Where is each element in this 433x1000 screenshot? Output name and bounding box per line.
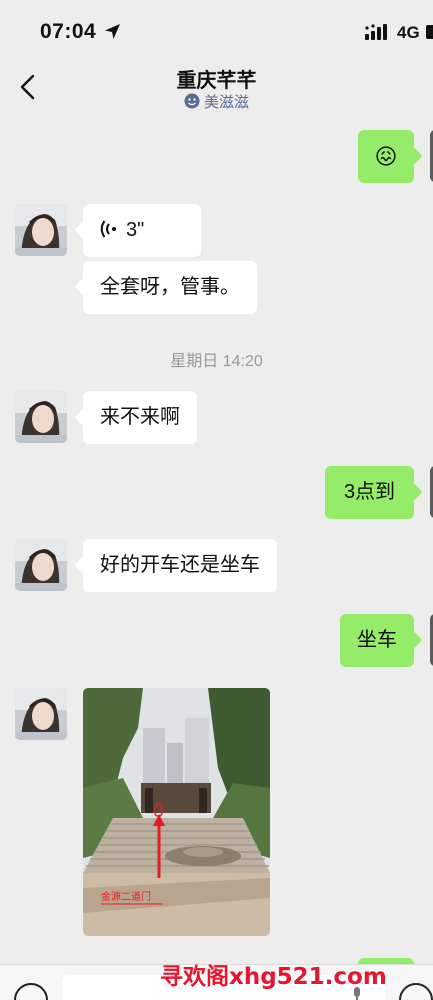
photo-caption: 金源二道门 xyxy=(101,890,151,903)
message-text: 好的开车还是坐车 xyxy=(100,554,260,576)
message-bubble-outgoing[interactable]: 坐车 xyxy=(340,614,414,667)
message-text: 3点到 xyxy=(343,481,396,503)
chat-title: 重庆芊芊 xyxy=(176,70,257,92)
contact-avatar[interactable] xyxy=(15,688,67,740)
subtitle-text: 美滋滋 xyxy=(203,94,249,111)
avatar-photo xyxy=(15,539,67,591)
avatar-photo xyxy=(15,204,67,256)
contact-avatar[interactable] xyxy=(15,391,67,443)
voice-duration: 3" xyxy=(126,219,145,241)
network-type: 4G xyxy=(397,23,420,42)
time-divider: 星期日 14:20 xyxy=(170,353,263,370)
message-list[interactable]: 😖 3" 全套呀，管事。 星期日 14:20 来不来啊 3点到 好的开车还是坐车… xyxy=(0,116,433,964)
message-text: 坐车 xyxy=(357,629,397,651)
status-face-icon xyxy=(184,93,200,109)
contact-avatar[interactable] xyxy=(15,539,67,591)
voice-message-bubble[interactable]: 3" xyxy=(83,204,201,257)
emoji-text: 😖 xyxy=(374,144,398,169)
message-text: 全套呀，管事。 xyxy=(100,276,240,298)
voice-wave-icon xyxy=(100,220,116,238)
signal-strength-icon xyxy=(365,24,387,40)
photo-stairs-garden: 金源二道门 xyxy=(83,688,270,936)
chat-subtitle: 美滋滋 xyxy=(0,91,433,112)
battery-icon xyxy=(426,25,433,39)
message-bubble-incoming[interactable]: 来不来啊 xyxy=(83,391,197,444)
message-bubble-incoming[interactable]: 全套呀，管事。 xyxy=(83,261,257,314)
emoji-icon[interactable] xyxy=(399,983,433,1000)
message-text: 来不来啊 xyxy=(100,406,180,428)
avatar-photo xyxy=(15,391,67,443)
message-bubble-outgoing[interactable]: 😖 xyxy=(358,130,414,183)
avatar-photo xyxy=(15,688,67,740)
location-arrow-icon xyxy=(105,24,120,39)
message-bubble-outgoing[interactable]: 3点到 xyxy=(325,466,414,519)
status-time: 07:04 xyxy=(40,20,97,43)
chat-header: 重庆芊芊 美滋滋 xyxy=(0,56,433,116)
message-bubble-incoming[interactable]: 好的开车还是坐车 xyxy=(83,539,277,592)
watermark: 寻欢阁xhg521.com xyxy=(160,964,387,990)
voice-toggle-icon[interactable] xyxy=(14,983,48,1000)
status-bar: 07:04 4G xyxy=(0,0,433,56)
contact-avatar[interactable] xyxy=(15,204,67,256)
image-message[interactable]: 金源二道门 xyxy=(83,688,270,936)
